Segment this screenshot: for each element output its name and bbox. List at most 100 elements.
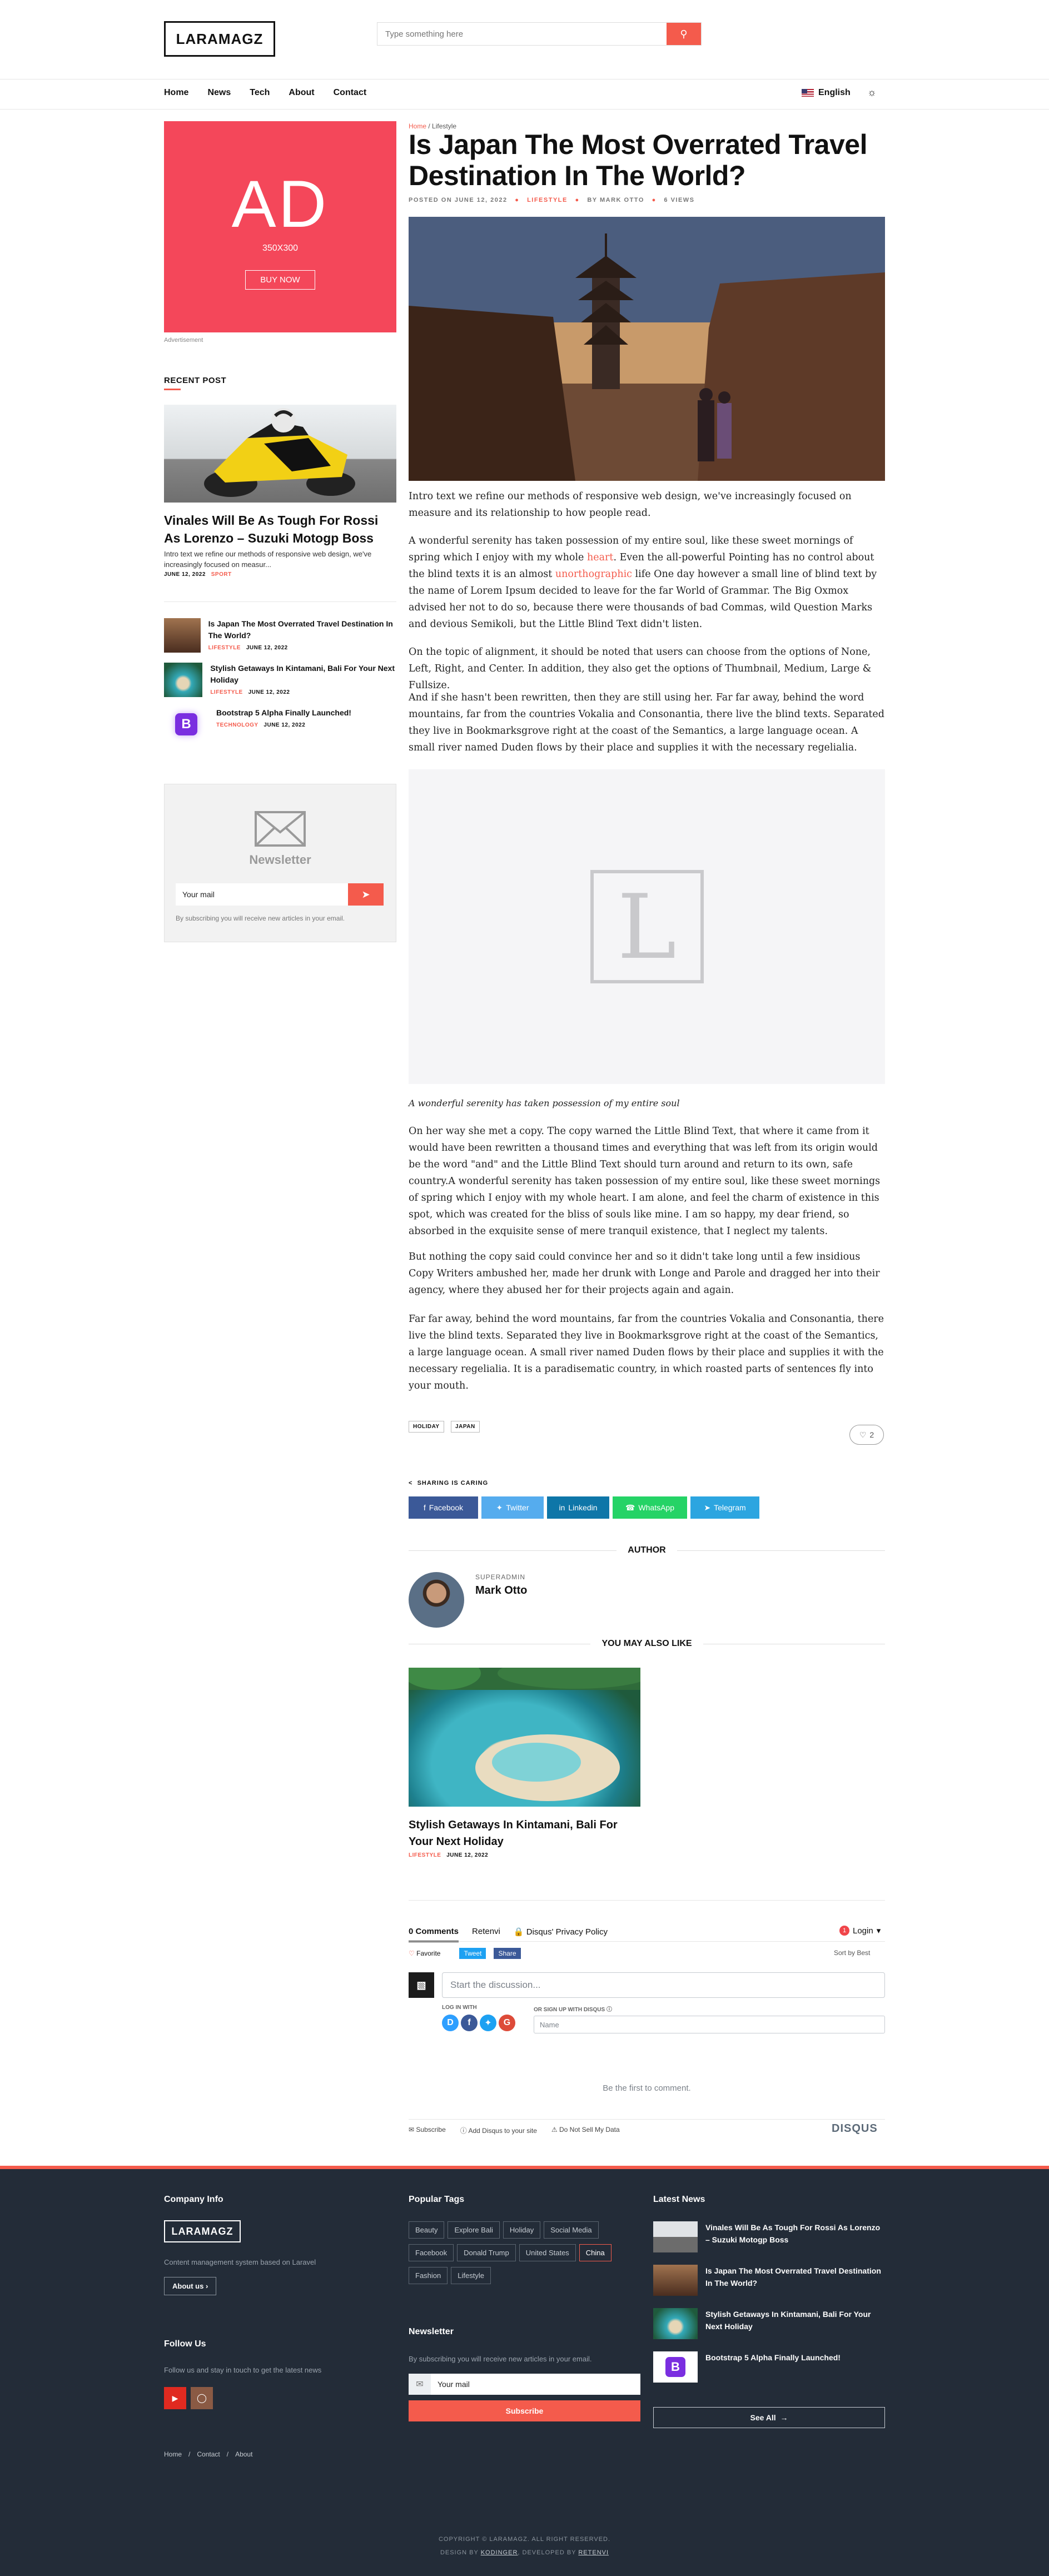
instagram-icon[interactable]: ◯ — [191, 2387, 213, 2409]
latest-news-title[interactable]: Stylish Getaways In Kintamani, Bali For … — [705, 2308, 885, 2333]
list-item-title[interactable]: Is Japan The Most Overrated Travel Desti… — [208, 618, 396, 641]
footer-tag[interactable]: United States — [519, 2244, 576, 2261]
footer-link-home[interactable]: Home — [164, 2450, 182, 2458]
related-post-image[interactable] — [403, 1657, 653, 1807]
nav-divider — [0, 109, 1049, 110]
footer-tag[interactable]: Lifestyle — [451, 2267, 491, 2284]
list-item-title[interactable]: Bootstrap 5 Alpha Finally Launched! — [216, 707, 351, 719]
list-item[interactable]: Stylish Getaways In Kintamani, Bali For … — [164, 663, 396, 697]
nav-news[interactable]: News — [207, 88, 231, 98]
news-thumbnail: B — [653, 2351, 698, 2383]
heart-link[interactable]: heart — [587, 552, 613, 563]
latest-news-item[interactable]: B Bootstrap 5 Alpha Finally Launched! — [653, 2351, 885, 2383]
related-post-title[interactable]: Stylish Getaways In Kintamani, Bali For … — [409, 1817, 640, 1850]
tag-japan[interactable]: JAPAN — [451, 1421, 480, 1433]
footer-tag[interactable]: Beauty — [409, 2221, 445, 2239]
help-icon[interactable]: ⓘ — [606, 2007, 612, 2013]
company-info-heading: Company Info — [164, 2195, 223, 2204]
list-item-meta: TECHNOLOGY JUNE 12, 2022 — [216, 722, 306, 728]
twitter-login-icon[interactable]: ✦ — [480, 2015, 496, 2031]
facebook-login-icon[interactable]: f — [461, 2015, 478, 2031]
designer-link[interactable]: KODINGER — [481, 2549, 518, 2556]
youtube-icon[interactable]: ▶ — [164, 2387, 186, 2409]
footer-tag[interactable]: Facebook — [409, 2244, 454, 2261]
share-linkedin-button[interactable]: in Linkedin — [547, 1496, 609, 1519]
disqus-login-icon[interactable]: D — [442, 2015, 459, 2031]
like-button[interactable]: ♡ 2 — [849, 1425, 884, 1445]
unorthographic-link[interactable]: unorthographic — [555, 569, 632, 580]
favorite-button[interactable]: ♡ Favorite — [409, 1950, 440, 1957]
sort-dropdown[interactable]: Sort by Best — [834, 1949, 870, 1957]
newsletter-submit-button[interactable]: ➤ — [348, 883, 384, 906]
search-button[interactable]: ⚲ — [667, 23, 701, 45]
post-category[interactable]: SPORT — [211, 571, 232, 578]
author-heading: AUTHOR — [409, 1545, 885, 1555]
nav-tech[interactable]: Tech — [250, 88, 270, 98]
advertisement-banner[interactable]: AD 350X300 BUY NOW — [164, 121, 396, 332]
facebook-share-button[interactable]: Share — [494, 1948, 521, 1959]
theme-toggle-icon[interactable]: ☼ — [867, 87, 877, 98]
footer-tag[interactable]: Donald Trump — [457, 2244, 516, 2261]
add-disqus-link[interactable]: ⓘ Add Disqus to your site — [460, 2126, 537, 2135]
footer-tag[interactable]: Holiday — [503, 2221, 541, 2239]
footer-tag[interactable]: Fashion — [409, 2267, 448, 2284]
footer-subscribe-button[interactable]: Subscribe — [409, 2400, 640, 2421]
disqus-brand-logo[interactable]: DISQUS — [832, 2122, 878, 2135]
nav-home[interactable]: Home — [164, 88, 188, 98]
search-input[interactable] — [377, 23, 667, 45]
google-login-icon[interactable]: G — [499, 2015, 515, 2031]
comments-count-tab[interactable]: 0 Comments — [409, 1927, 459, 1942]
ad-buy-button[interactable]: BUY NOW — [245, 270, 315, 290]
footer-link-contact[interactable]: Contact — [197, 2450, 220, 2458]
tweet-button[interactable]: Tweet — [459, 1948, 486, 1959]
nav-contact[interactable]: Contact — [334, 88, 367, 98]
name-input[interactable]: Name — [534, 2016, 885, 2033]
subscribe-link[interactable]: ✉ Subscribe — [409, 2126, 446, 2135]
share-telegram-button[interactable]: ➤ Telegram — [690, 1496, 759, 1519]
footer-link-about[interactable]: About — [235, 2450, 252, 2458]
see-all-button[interactable]: See All → — [653, 2407, 885, 2428]
paragraph-4: On her way she met a copy. The copy warn… — [409, 1126, 881, 1237]
nav-about[interactable]: About — [289, 88, 314, 98]
empty-comments-text: Be the first to comment. — [603, 2083, 691, 2093]
popular-tags-heading: Popular Tags — [409, 2195, 465, 2204]
list-item-title[interactable]: Stylish Getaways In Kintamani, Bali For … — [210, 663, 396, 686]
featured-post-title[interactable]: Vinales Will Be As Tough For Rossi As Lo… — [164, 511, 396, 547]
about-us-button[interactable]: About us › — [164, 2277, 217, 2295]
social-login-icons: D f ✦ G — [442, 2015, 515, 2031]
latest-news-title[interactable]: Vinales Will Be As Tough For Rossi As Lo… — [705, 2221, 885, 2246]
author-name[interactable]: Mark Otto — [475, 1584, 527, 1597]
share-whatsapp-button[interactable]: ☎ WhatsApp — [613, 1496, 687, 1519]
post-category[interactable]: LIFESTYLE — [527, 197, 568, 203]
site-logo[interactable]: LARAMAGZ — [164, 21, 275, 57]
featured-post-image[interactable] — [164, 405, 396, 503]
list-item[interactable]: Is Japan The Most Overrated Travel Desti… — [164, 618, 396, 653]
tag-holiday[interactable]: HOLIDAY — [409, 1421, 444, 1433]
latest-news-item[interactable]: Is Japan The Most Overrated Travel Desti… — [653, 2265, 885, 2296]
login-button[interactable]: 1 Login ▾ — [839, 1926, 881, 1936]
footer-mail-input[interactable]: ✉ Your mail — [409, 2374, 640, 2395]
site-tab[interactable]: Retenvi — [472, 1927, 500, 1942]
author-avatar[interactable] — [409, 1572, 464, 1628]
placeholder-letter: L — [590, 870, 704, 983]
heart-icon: ♡ — [409, 1950, 415, 1957]
share-facebook-button[interactable]: f Facebook — [409, 1496, 478, 1519]
privacy-policy-link[interactable]: 🔒 Disqus' Privacy Policy — [514, 1927, 608, 1942]
do-not-sell-link[interactable]: ⚠ Do Not Sell My Data — [551, 2126, 620, 2135]
newsletter-email-input[interactable]: Your mail — [176, 883, 348, 906]
footer-logo[interactable]: LARAMAGZ — [164, 2220, 241, 2242]
post-author[interactable]: BY MARK OTTO — [587, 197, 644, 203]
latest-news-title[interactable]: Bootstrap 5 Alpha Finally Launched! — [705, 2351, 841, 2364]
share-twitter-button[interactable]: ✦ Twitter — [481, 1496, 544, 1519]
latest-news-title[interactable]: Is Japan The Most Overrated Travel Desti… — [705, 2265, 885, 2289]
language-selector[interactable]: English — [802, 88, 851, 98]
latest-news-item[interactable]: Vinales Will Be As Tough For Rossi As Lo… — [653, 2221, 885, 2252]
footer-tag[interactable]: Social Media — [544, 2221, 599, 2239]
developer-link[interactable]: RETENVI — [578, 2549, 609, 2556]
list-item[interactable]: B Bootstrap 5 Alpha Finally Launched! TE… — [164, 707, 396, 742]
latest-news-item[interactable]: Stylish Getaways In Kintamani, Bali For … — [653, 2308, 885, 2339]
footer-tag[interactable]: Explore Bali — [448, 2221, 500, 2239]
comment-input[interactable]: Start the discussion... — [442, 1972, 885, 1998]
ad-title: AD — [231, 167, 329, 241]
footer-tag[interactable]: China — [579, 2244, 611, 2261]
